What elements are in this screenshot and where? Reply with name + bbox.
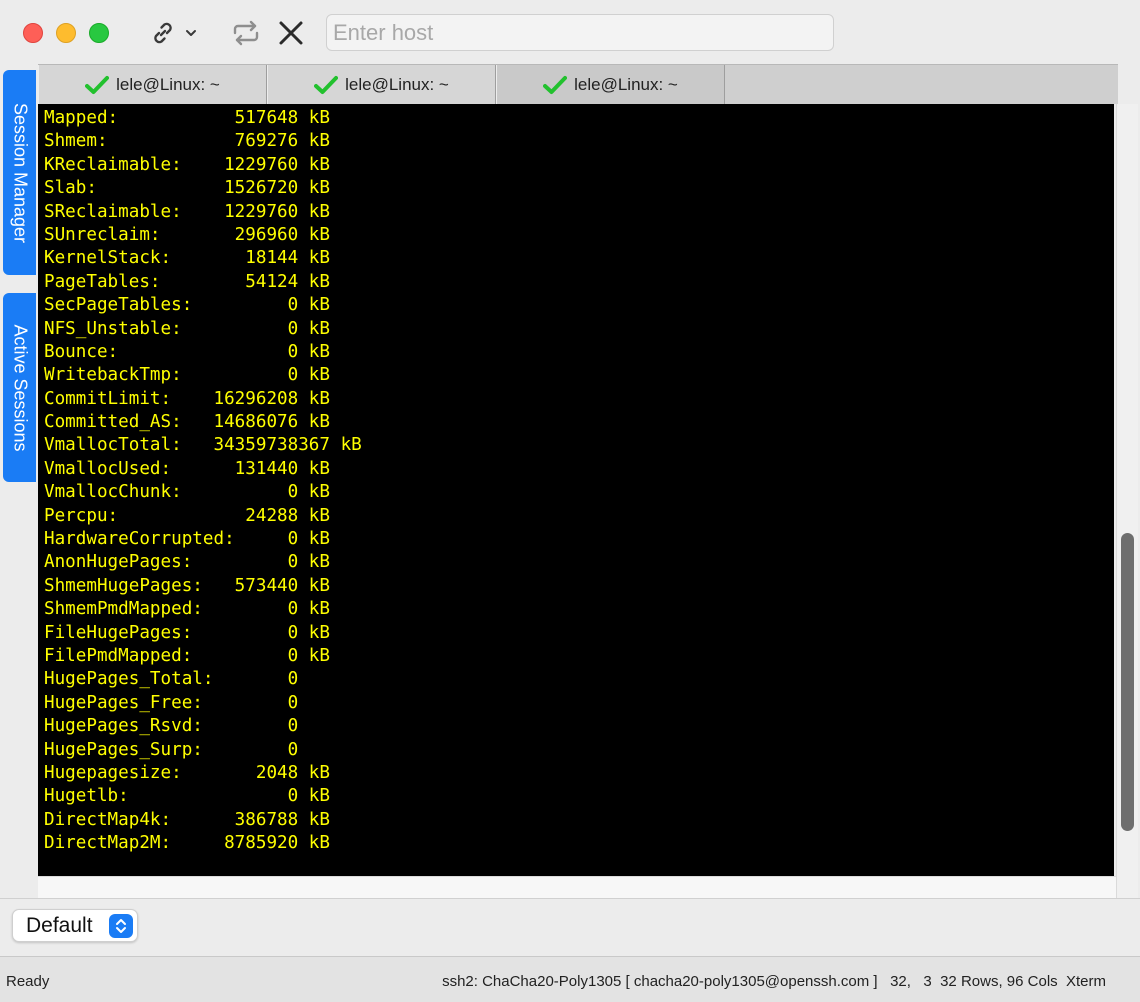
terminal-line: ShmemHugePages: 573440 kB [44,575,330,596]
zoom-window-button[interactable] [89,23,109,43]
terminal-line: HugePages_Rsvd: 0 [44,716,299,737]
sidebar-tab-session-manager[interactable]: Session Manager [3,70,36,275]
terminal-line: NFS_Unstable: 0 kB [44,318,330,339]
terminal-line: DirectMap2M: 8785920 kB [44,833,330,854]
minimize-window-button[interactable] [56,23,76,43]
status-text: Ready [6,973,50,990]
terminal-line: SecPageTables: 0 kB [44,295,330,316]
reconnect-button[interactable] [226,16,266,50]
terminal-line: PageTables: 54124 kB [44,271,330,292]
repeat-icon [233,20,259,46]
profile-select[interactable]: Default [12,909,138,942]
chevron-updown-icon [109,914,133,938]
terminal-line: DirectMap4k: 386788 kB [44,809,330,830]
sidebar-tab-active-sessions[interactable]: Active Sessions [3,293,36,482]
terminal-line: Bounce: 0 kB [44,341,330,362]
link-icon [154,22,172,44]
session-tab-label: lele@Linux: ~ [116,74,220,94]
session-tab-2[interactable]: lele@Linux: ~ [267,65,496,104]
terminal-line: CommitLimit: 16296208 kB [44,388,330,409]
terminal-line: AnonHugePages: 0 kB [44,552,330,573]
terminal-line: HardwareCorrupted: 0 kB [44,529,330,550]
title-bar [0,0,1140,64]
terminal-line: VmallocTotal: 34359738367 kB [44,435,362,456]
session-tab-3[interactable]: lele@Linux: ~ [496,65,725,104]
sidebar-tab-label: Session Manager [10,102,30,243]
disconnect-button[interactable] [270,16,312,50]
terminal-line: Slab: 1526720 kB [44,178,330,199]
terminal-line: Shmem: 769276 kB [44,131,330,152]
terminal-line: KReclaimable: 1229760 kB [44,154,330,175]
terminal-line: Hugetlb: 0 kB [44,786,330,807]
terminal-output: Mapped: 517648 kB Shmem: 769276 kB KReclai… [44,107,362,856]
sidebar-tab-label: Active Sessions [10,323,30,452]
status-bar: Ready ssh2: ChaCha20-Poly1305 [ chacha20… [0,956,1140,1002]
terminal-line: Hugepagesize: 2048 kB [44,762,330,783]
terminal-line: HugePages_Free: 0 [44,692,299,713]
terminal-scrollbar-thumb[interactable] [1121,533,1134,831]
host-input[interactable] [326,14,834,51]
close-icon [279,21,303,45]
terminal-view[interactable]: Mapped: 517648 kB Shmem: 769276 kB KReclai… [38,104,1114,876]
terminal-line: SUnreclaim: 296960 kB [44,224,330,245]
terminal-line: WritebackTmp: 0 kB [44,365,330,386]
app-window: Session Manager Active Sessions lele@Lin… [0,0,1140,1002]
connect-button[interactable] [142,16,204,50]
terminal-line: VmallocChunk: 0 kB [44,482,330,503]
terminal-line: Percpu: 24288 kB [44,505,330,526]
terminal-line: Mapped: 517648 kB [44,108,330,128]
terminal-line: FilePmdMapped: 0 kB [44,645,330,666]
terminal-line: ShmemPmdMapped: 0 kB [44,599,330,620]
terminal-line: VmallocUsed: 131440 kB [44,458,330,479]
check-icon [85,75,110,94]
chevron-down-icon [186,30,196,36]
profile-select-value: Default [26,913,93,937]
session-tab-bar: lele@Linux: ~ lele@Linux: ~ lele@Linux: … [38,64,1118,104]
terminal-line: Committed_AS: 14686076 kB [44,412,330,433]
bottom-bar [0,898,1140,954]
connection-info: ssh2: ChaCha20-Poly1305 [ chacha20-poly1… [442,973,1106,990]
session-tab-1[interactable]: lele@Linux: ~ [38,65,267,104]
terminal-line: FileHugePages: 0 kB [44,622,330,643]
terminal-footer-area [38,876,1116,898]
terminal-line: KernelStack: 18144 kB [44,248,330,269]
terminal-line: HugePages_Surp: 0 [44,739,299,760]
close-window-button[interactable] [23,23,43,43]
check-icon [543,75,568,94]
session-tab-label: lele@Linux: ~ [574,74,678,94]
session-tab-label: lele@Linux: ~ [345,74,449,94]
terminal-line: HugePages_Total: 0 [44,669,299,690]
check-icon [314,75,339,94]
terminal-line: SReclaimable: 1229760 kB [44,201,330,222]
